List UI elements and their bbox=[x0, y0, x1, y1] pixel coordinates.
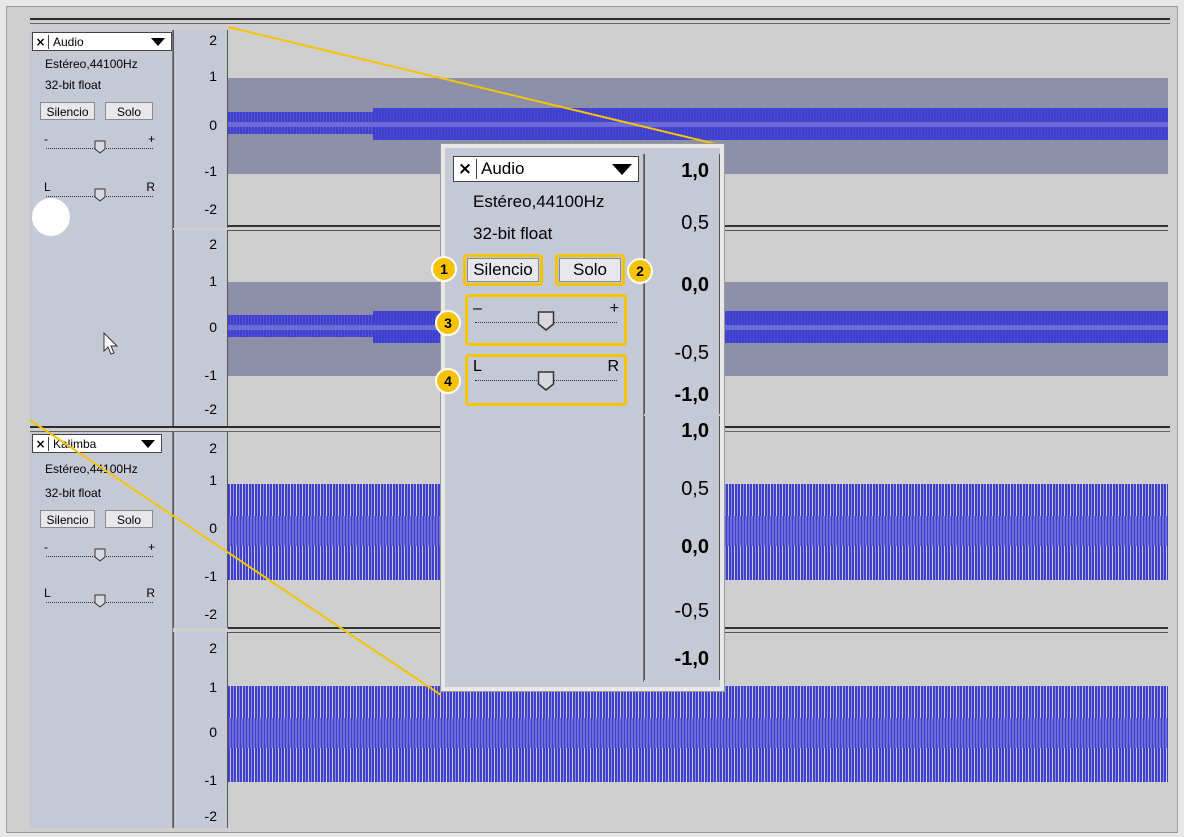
zoom-ruler-top: 1,0 0,5 0,0 -0,5 -1,0 bbox=[644, 154, 720, 414]
zoom-pan-slider[interactable]: L R bbox=[471, 358, 621, 396]
ruler-label: 0,0 bbox=[681, 274, 709, 296]
ruler-label: -0,5 bbox=[674, 600, 709, 622]
zoom-track-header[interactable]: × Audio bbox=[453, 156, 639, 182]
callout-badge-2: 2 bbox=[627, 258, 653, 284]
gain-min-label: – bbox=[473, 300, 482, 317]
ruler-label: -1,0 bbox=[674, 648, 709, 670]
zoom-solo-button[interactable]: Solo bbox=[559, 258, 621, 282]
ruler-label: 1,0 bbox=[681, 160, 709, 182]
gain-max-label: + bbox=[609, 300, 619, 317]
ruler-label: 0,5 bbox=[681, 478, 709, 500]
zoom-track-bitdepth: 32-bit float bbox=[473, 224, 553, 243]
zoomed-track-panel: × Audio Estéreo,44100Hz 32-bit float Sil… bbox=[431, 144, 724, 691]
callout-badge-4: 4 bbox=[435, 368, 461, 394]
zoom-track-format: Estéreo,44100Hz bbox=[473, 192, 605, 211]
zoom-track-name[interactable]: Audio bbox=[477, 159, 612, 179]
ruler-label: 1,0 bbox=[681, 420, 709, 442]
slider-knob-icon[interactable] bbox=[537, 370, 555, 392]
ruler-label: 0,0 bbox=[681, 536, 709, 558]
zoom-mute-button[interactable]: Silencio bbox=[467, 258, 539, 282]
callout-badge-1: 1 bbox=[431, 256, 457, 282]
pan-right-label: R bbox=[607, 358, 619, 375]
zoom-ruler-bottom: 1,0 0,5 0,0 -0,5 -1,0 bbox=[644, 416, 720, 680]
ruler-label: 0,5 bbox=[681, 212, 709, 234]
slider-knob-icon[interactable] bbox=[537, 310, 555, 332]
ruler-label: -1,0 bbox=[674, 384, 709, 406]
callout-badge-3: 3 bbox=[435, 310, 461, 336]
chevron-down-icon[interactable] bbox=[612, 163, 632, 175]
pan-left-label: L bbox=[473, 358, 482, 375]
zoom-gain-slider[interactable]: – + bbox=[471, 300, 621, 338]
close-track-icon[interactable]: × bbox=[454, 159, 477, 179]
ruler-label: -0,5 bbox=[674, 342, 709, 364]
